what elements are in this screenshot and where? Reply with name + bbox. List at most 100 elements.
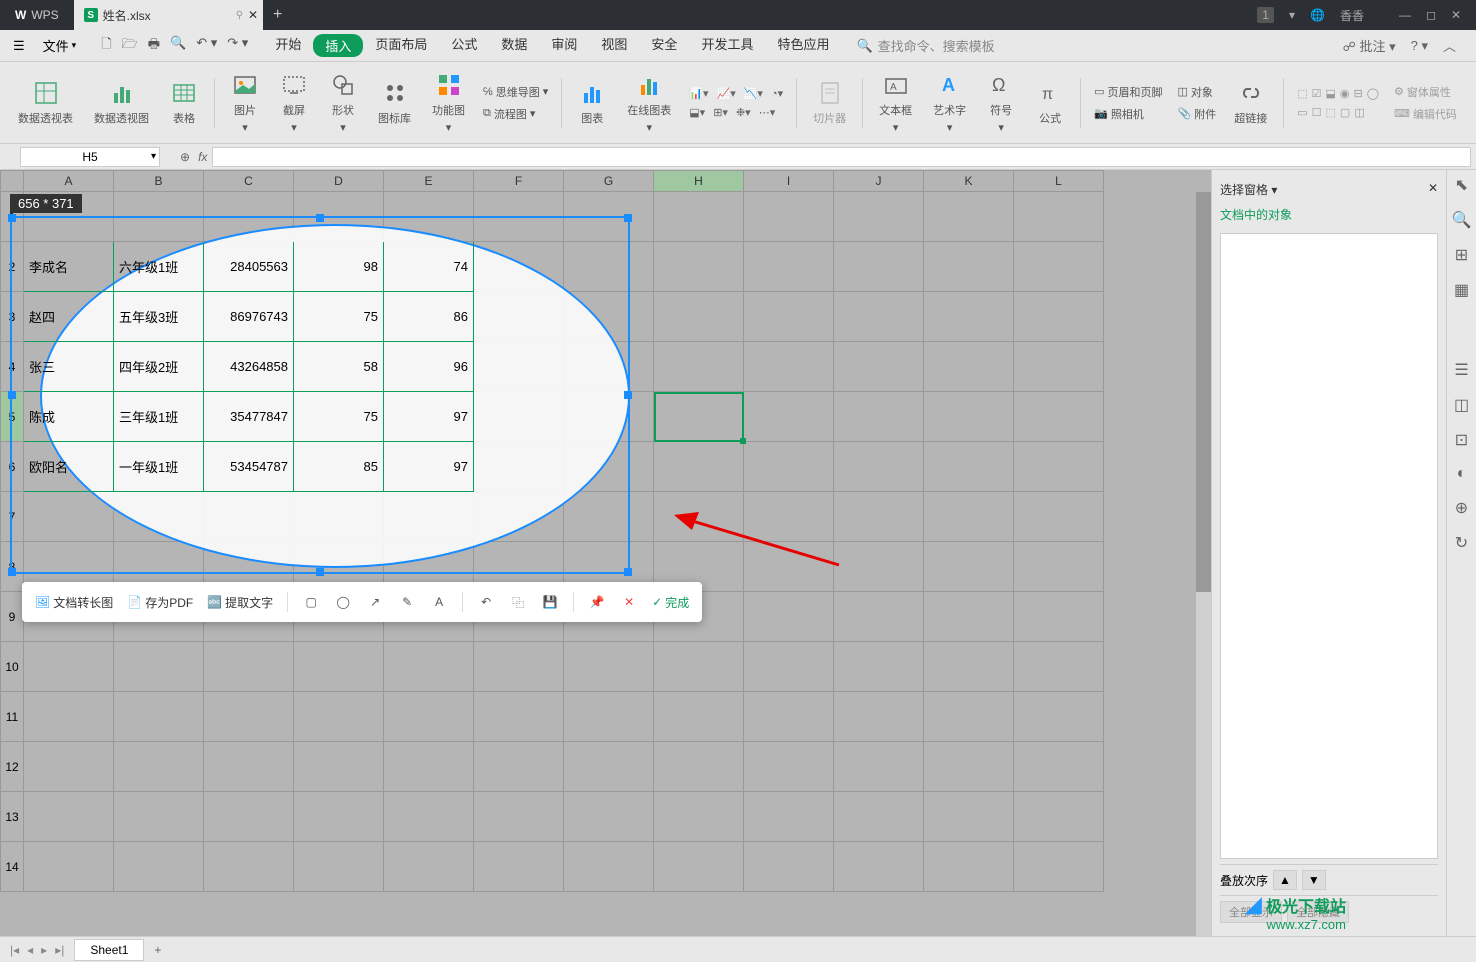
hamburger-icon[interactable]: ☰ [5, 38, 33, 54]
qat-preview-icon[interactable]: 🔍 [170, 35, 186, 57]
object-button[interactable]: ◫ 对象 [1178, 82, 1217, 102]
sparkline-3-icon[interactable]: 📉▾ [744, 87, 763, 100]
cell[interactable] [294, 642, 384, 692]
cell[interactable] [294, 842, 384, 892]
qat-redo-icon[interactable]: ↷ ▾ [227, 35, 248, 57]
cell[interactable] [924, 392, 1014, 442]
dropdown-icon[interactable]: ▾ [1289, 8, 1295, 22]
hyperlink-button[interactable]: 超链接 [1226, 79, 1275, 126]
slicer-button[interactable]: 切片器 [805, 79, 854, 126]
cell[interactable] [24, 692, 114, 742]
cell[interactable] [1014, 392, 1104, 442]
tab-start[interactable]: 开始 [263, 34, 313, 57]
row-header[interactable]: 12 [0, 742, 24, 792]
user-name[interactable]: 香香 [1340, 7, 1364, 24]
form-5-icon[interactable]: ⊟ [1354, 87, 1363, 100]
form-10-icon[interactable]: ▢ [1340, 106, 1350, 119]
collapse-ribbon-icon[interactable]: ︿ [1443, 36, 1456, 55]
shapes-button[interactable]: 形状 ▾ [321, 71, 365, 134]
pin-tool-icon[interactable]: 📌 [585, 590, 609, 614]
cell[interactable] [564, 792, 654, 842]
save-tool-icon[interactable]: 💾 [538, 590, 562, 614]
cell[interactable] [384, 842, 474, 892]
gallery-button[interactable]: 图标库 [370, 79, 419, 126]
pivot-table-button[interactable]: 数据透视表 [10, 79, 81, 126]
cell[interactable] [834, 642, 924, 692]
tab-layout[interactable]: 页面布局 [363, 34, 439, 57]
sparkline-5-icon[interactable]: ⬓▾ [689, 106, 705, 119]
extract-text-button[interactable]: 🔤提取文字 [204, 591, 276, 614]
cell[interactable] [744, 442, 834, 492]
sheet-nav-next-icon[interactable]: ▸ [41, 943, 47, 957]
cell[interactable] [924, 692, 1014, 742]
col-header-B[interactable]: B [114, 170, 204, 192]
copy-tool-icon[interactable]: ⿻ [506, 590, 530, 614]
row-header[interactable]: 10 [0, 642, 24, 692]
screenshot-button[interactable]: 截屏 ▾ [272, 71, 316, 134]
cell[interactable] [834, 192, 924, 242]
cell[interactable] [654, 742, 744, 792]
cell[interactable] [114, 742, 204, 792]
cell[interactable] [1014, 792, 1104, 842]
cell[interactable] [744, 592, 834, 642]
cell[interactable] [744, 192, 834, 242]
cell[interactable] [384, 742, 474, 792]
camera-button[interactable]: 📷 照相机 [1094, 104, 1162, 124]
sheet-tab[interactable]: Sheet1 [74, 939, 144, 961]
form-7-icon[interactable]: ▭ [1297, 106, 1307, 119]
cell[interactable] [204, 742, 294, 792]
sparkline-2-icon[interactable]: 📈▾ [717, 87, 736, 100]
qat-undo-icon[interactable]: ↶ ▾ [196, 35, 217, 57]
tab-special[interactable]: 特色应用 [765, 34, 841, 57]
cell[interactable] [924, 742, 1014, 792]
strip-side5-icon[interactable]: ⊕ [1455, 498, 1468, 518]
cell[interactable] [924, 592, 1014, 642]
strip-side4-icon[interactable]: ◐ [1457, 465, 1467, 483]
row-header[interactable]: 11 [0, 692, 24, 742]
sparkline-6-icon[interactable]: ⊞▾ [713, 106, 728, 119]
cell[interactable] [654, 842, 744, 892]
cell[interactable] [1014, 242, 1104, 292]
wordart-button[interactable]: A艺术字 ▾ [925, 71, 974, 134]
equation-button[interactable]: π公式 [1028, 79, 1072, 126]
cell[interactable] [564, 642, 654, 692]
col-header-G[interactable]: G [564, 170, 654, 192]
sparkline-1-icon[interactable]: 📊▾ [689, 87, 708, 100]
cell[interactable] [924, 642, 1014, 692]
tab-security[interactable]: 安全 [639, 34, 689, 57]
cell[interactable] [834, 292, 924, 342]
cell[interactable] [474, 792, 564, 842]
chevron-down-icon[interactable]: ▾ [151, 151, 156, 162]
text-tool-icon[interactable]: A [427, 590, 451, 614]
panel-content[interactable] [1220, 233, 1438, 859]
cell[interactable] [1014, 692, 1104, 742]
cell[interactable] [924, 442, 1014, 492]
cell[interactable] [924, 492, 1014, 542]
smartart-button[interactable]: 功能图 ▾ [424, 71, 473, 134]
cell[interactable] [654, 792, 744, 842]
form-4-icon[interactable]: ◉ [1340, 87, 1350, 100]
cell[interactable] [1014, 342, 1104, 392]
cell[interactable] [564, 692, 654, 742]
cell[interactable] [924, 342, 1014, 392]
save-pdf-button[interactable]: 📄存为PDF [124, 591, 196, 614]
sparkline-7-icon[interactable]: ❉▾ [736, 106, 751, 119]
cell[interactable] [114, 692, 204, 742]
cell[interactable] [654, 692, 744, 742]
tab-formula[interactable]: 公式 [439, 34, 489, 57]
cell[interactable] [384, 692, 474, 742]
form-8-icon[interactable]: ☐ [1312, 106, 1322, 119]
col-header-K[interactable]: K [924, 170, 1014, 192]
sheet-nav-first-icon[interactable]: |◂ [10, 943, 19, 957]
screenshot-selection[interactable]: 656 * 371 [10, 216, 630, 574]
cell[interactable] [654, 192, 744, 242]
cell[interactable] [744, 692, 834, 742]
tab-view[interactable]: 视图 [589, 34, 639, 57]
qat-print-icon[interactable]: 🖶 [148, 35, 160, 57]
strip-side3-icon[interactable]: ⊡ [1455, 430, 1468, 450]
cell[interactable] [474, 742, 564, 792]
cell[interactable] [834, 442, 924, 492]
form-6-icon[interactable]: ◯ [1367, 87, 1379, 100]
col-header-A[interactable]: A [24, 170, 114, 192]
cell[interactable] [834, 542, 924, 592]
